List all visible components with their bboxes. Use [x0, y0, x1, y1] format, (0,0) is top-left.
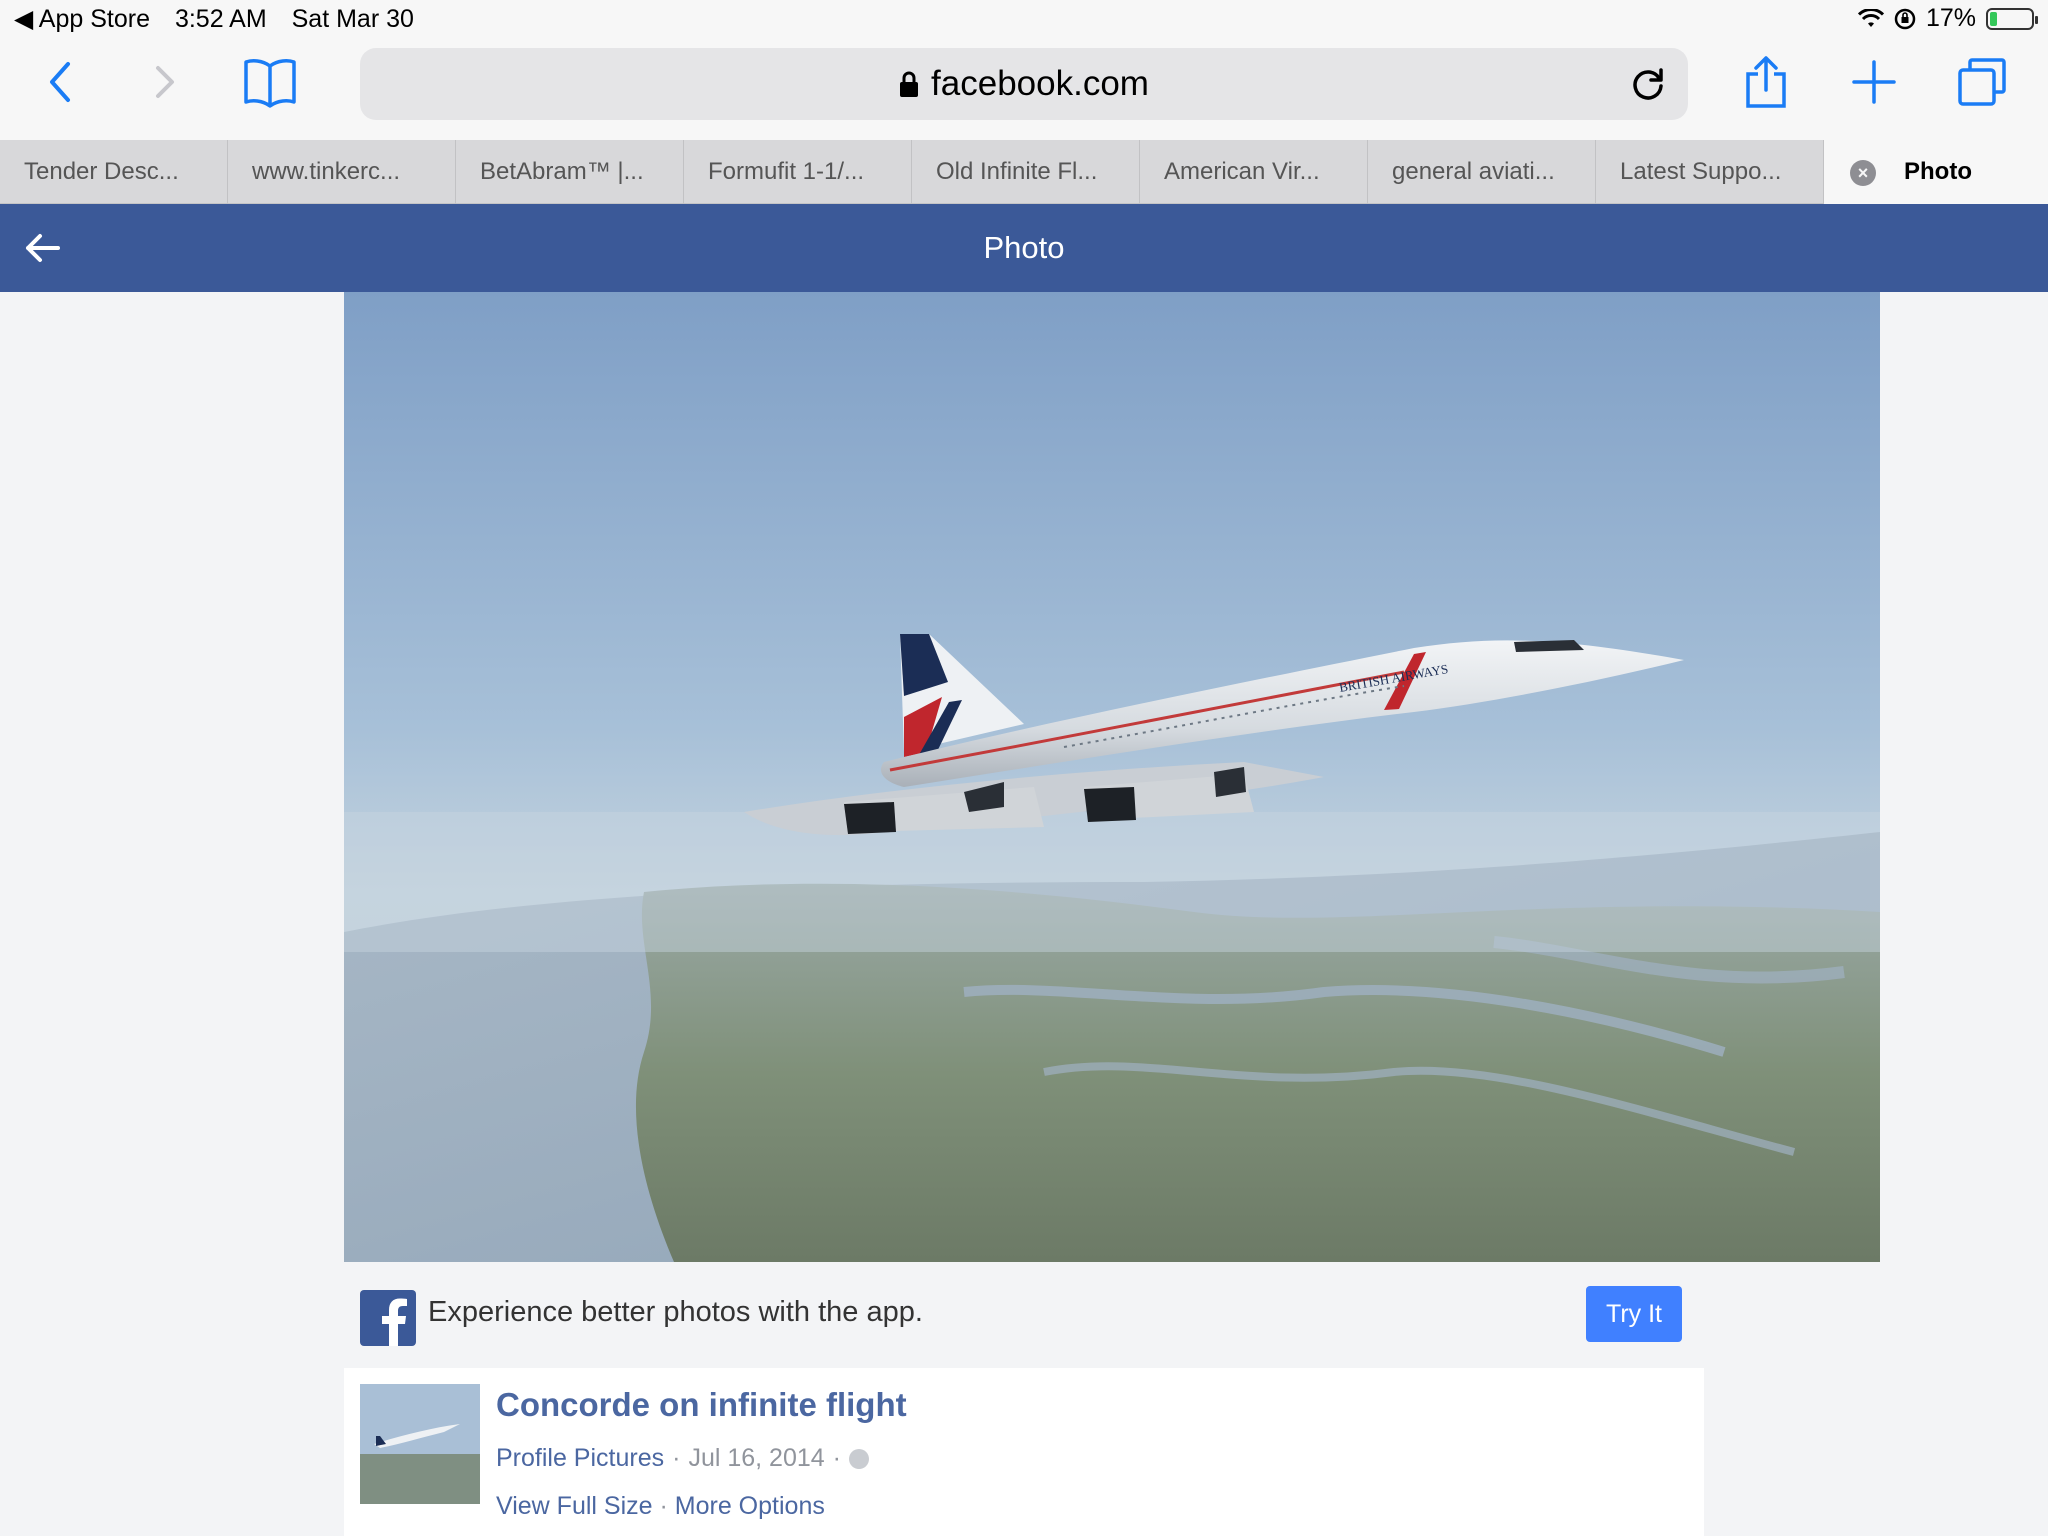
reload-icon: [1633, 68, 1663, 100]
back-button[interactable]: [28, 50, 92, 114]
tab-label: www.tinkerc...: [252, 158, 401, 185]
link-separator: ·: [659, 1492, 668, 1520]
tab-label: Photo: [1904, 158, 1972, 185]
fb-page-title: Photo: [983, 230, 1065, 265]
chevron-right-icon: [156, 66, 174, 98]
wifi-icon: [1857, 8, 1884, 27]
app-promo-text: Experience better photos with the app.: [428, 1296, 923, 1328]
address-bar[interactable]: facebook.com: [360, 48, 1688, 120]
tab-label: Latest Suppo...: [1620, 158, 1782, 185]
album-link[interactable]: Profile Pictures: [496, 1444, 664, 1473]
status-time: 3:52 AM: [174, 5, 267, 33]
bookmarks-button[interactable]: [238, 50, 302, 114]
share-button[interactable]: [1734, 50, 1798, 114]
tab-label: general aviati...: [1392, 158, 1555, 185]
tab-item[interactable]: BetAbram™ |...: [456, 140, 684, 204]
new-tab-button[interactable]: [1842, 50, 1906, 114]
tab-label: BetAbram™ |...: [480, 158, 644, 185]
reload-button[interactable]: [1626, 62, 1670, 106]
book-icon: [244, 59, 296, 108]
tab-item[interactable]: Tender Desc...: [0, 140, 228, 204]
post-card: Concorde on infinite flight Profile Pict…: [344, 1368, 1704, 1536]
concorde-thumbnail-image: [360, 1384, 480, 1504]
meta-separator: ·: [672, 1444, 681, 1472]
tab-label: Tender Desc...: [24, 158, 179, 185]
tab-item[interactable]: Latest Suppo...: [1596, 140, 1824, 204]
post-meta: Profile Pictures · Jul 16, 2014 ·: [496, 1444, 869, 1473]
status-left: ◀ App Store 3:52 AM Sat Mar 30: [14, 4, 432, 34]
view-full-size-link[interactable]: View Full Size: [496, 1492, 653, 1520]
fb-header: Photo: [0, 204, 2048, 292]
meta-separator: ·: [832, 1444, 841, 1472]
post-date[interactable]: Jul 16, 2014: [688, 1444, 824, 1473]
tab-item[interactable]: general aviati...: [1368, 140, 1596, 204]
forward-button[interactable]: [134, 50, 198, 114]
app-promo-banner: Experience better photos with the app. T…: [344, 1270, 1704, 1356]
globe-icon: [849, 1448, 869, 1469]
post-thumbnail[interactable]: [360, 1384, 480, 1504]
lock-icon: [900, 71, 919, 97]
share-icon: [1746, 56, 1786, 108]
tab-label: Old Infinite Fl...: [936, 158, 1098, 185]
battery-fill: [1990, 11, 1997, 26]
tab-item[interactable]: Formufit 1-1/...: [684, 140, 912, 204]
tab-item[interactable]: Old Infinite Fl...: [912, 140, 1140, 204]
chevron-left-icon: [50, 62, 70, 102]
address-content: facebook.com: [360, 48, 1688, 120]
back-to-app-link[interactable]: ◀ App Store: [14, 5, 150, 33]
show-tabs-button[interactable]: [1950, 50, 2014, 114]
try-it-button[interactable]: Try It: [1586, 1286, 1682, 1342]
status-date: Sat Mar 30: [291, 5, 414, 33]
browser-toolbar: facebook.com: [0, 40, 2048, 140]
tab-label: Formufit 1-1/...: [708, 158, 865, 185]
battery-icon: [1986, 7, 2038, 30]
post-links: View Full Size · More Options: [496, 1492, 825, 1521]
close-tab-icon[interactable]: ×: [1850, 160, 1876, 186]
orientation-lock-icon: [1894, 8, 1916, 29]
tab-item-active[interactable]: × Photo: [1824, 140, 2048, 204]
main-photo[interactable]: BRITISH AIRWAYS: [344, 292, 1880, 1262]
post-title[interactable]: Concorde on infinite flight: [496, 1386, 907, 1424]
battery-percent: 17%: [1925, 4, 1976, 32]
tab-item[interactable]: www.tinkerc...: [228, 140, 456, 204]
tab-strip: Tender Desc... www.tinkerc... BetAbram™ …: [0, 140, 2048, 204]
status-bar: ◀ App Store 3:52 AM Sat Mar 30 17%: [0, 0, 2048, 40]
more-options-link[interactable]: More Options: [675, 1492, 825, 1520]
tabs-icon: [1958, 58, 2006, 106]
url-text: facebook.com: [931, 64, 1149, 103]
status-right: 17%: [1857, 4, 2038, 33]
concorde-photo-image: BRITISH AIRWAYS: [344, 292, 1880, 1262]
tab-item[interactable]: American Vir...: [1140, 140, 1368, 204]
facebook-logo-icon: [360, 1290, 416, 1346]
tab-label: American Vir...: [1164, 158, 1320, 185]
plus-icon: [1852, 60, 1896, 104]
